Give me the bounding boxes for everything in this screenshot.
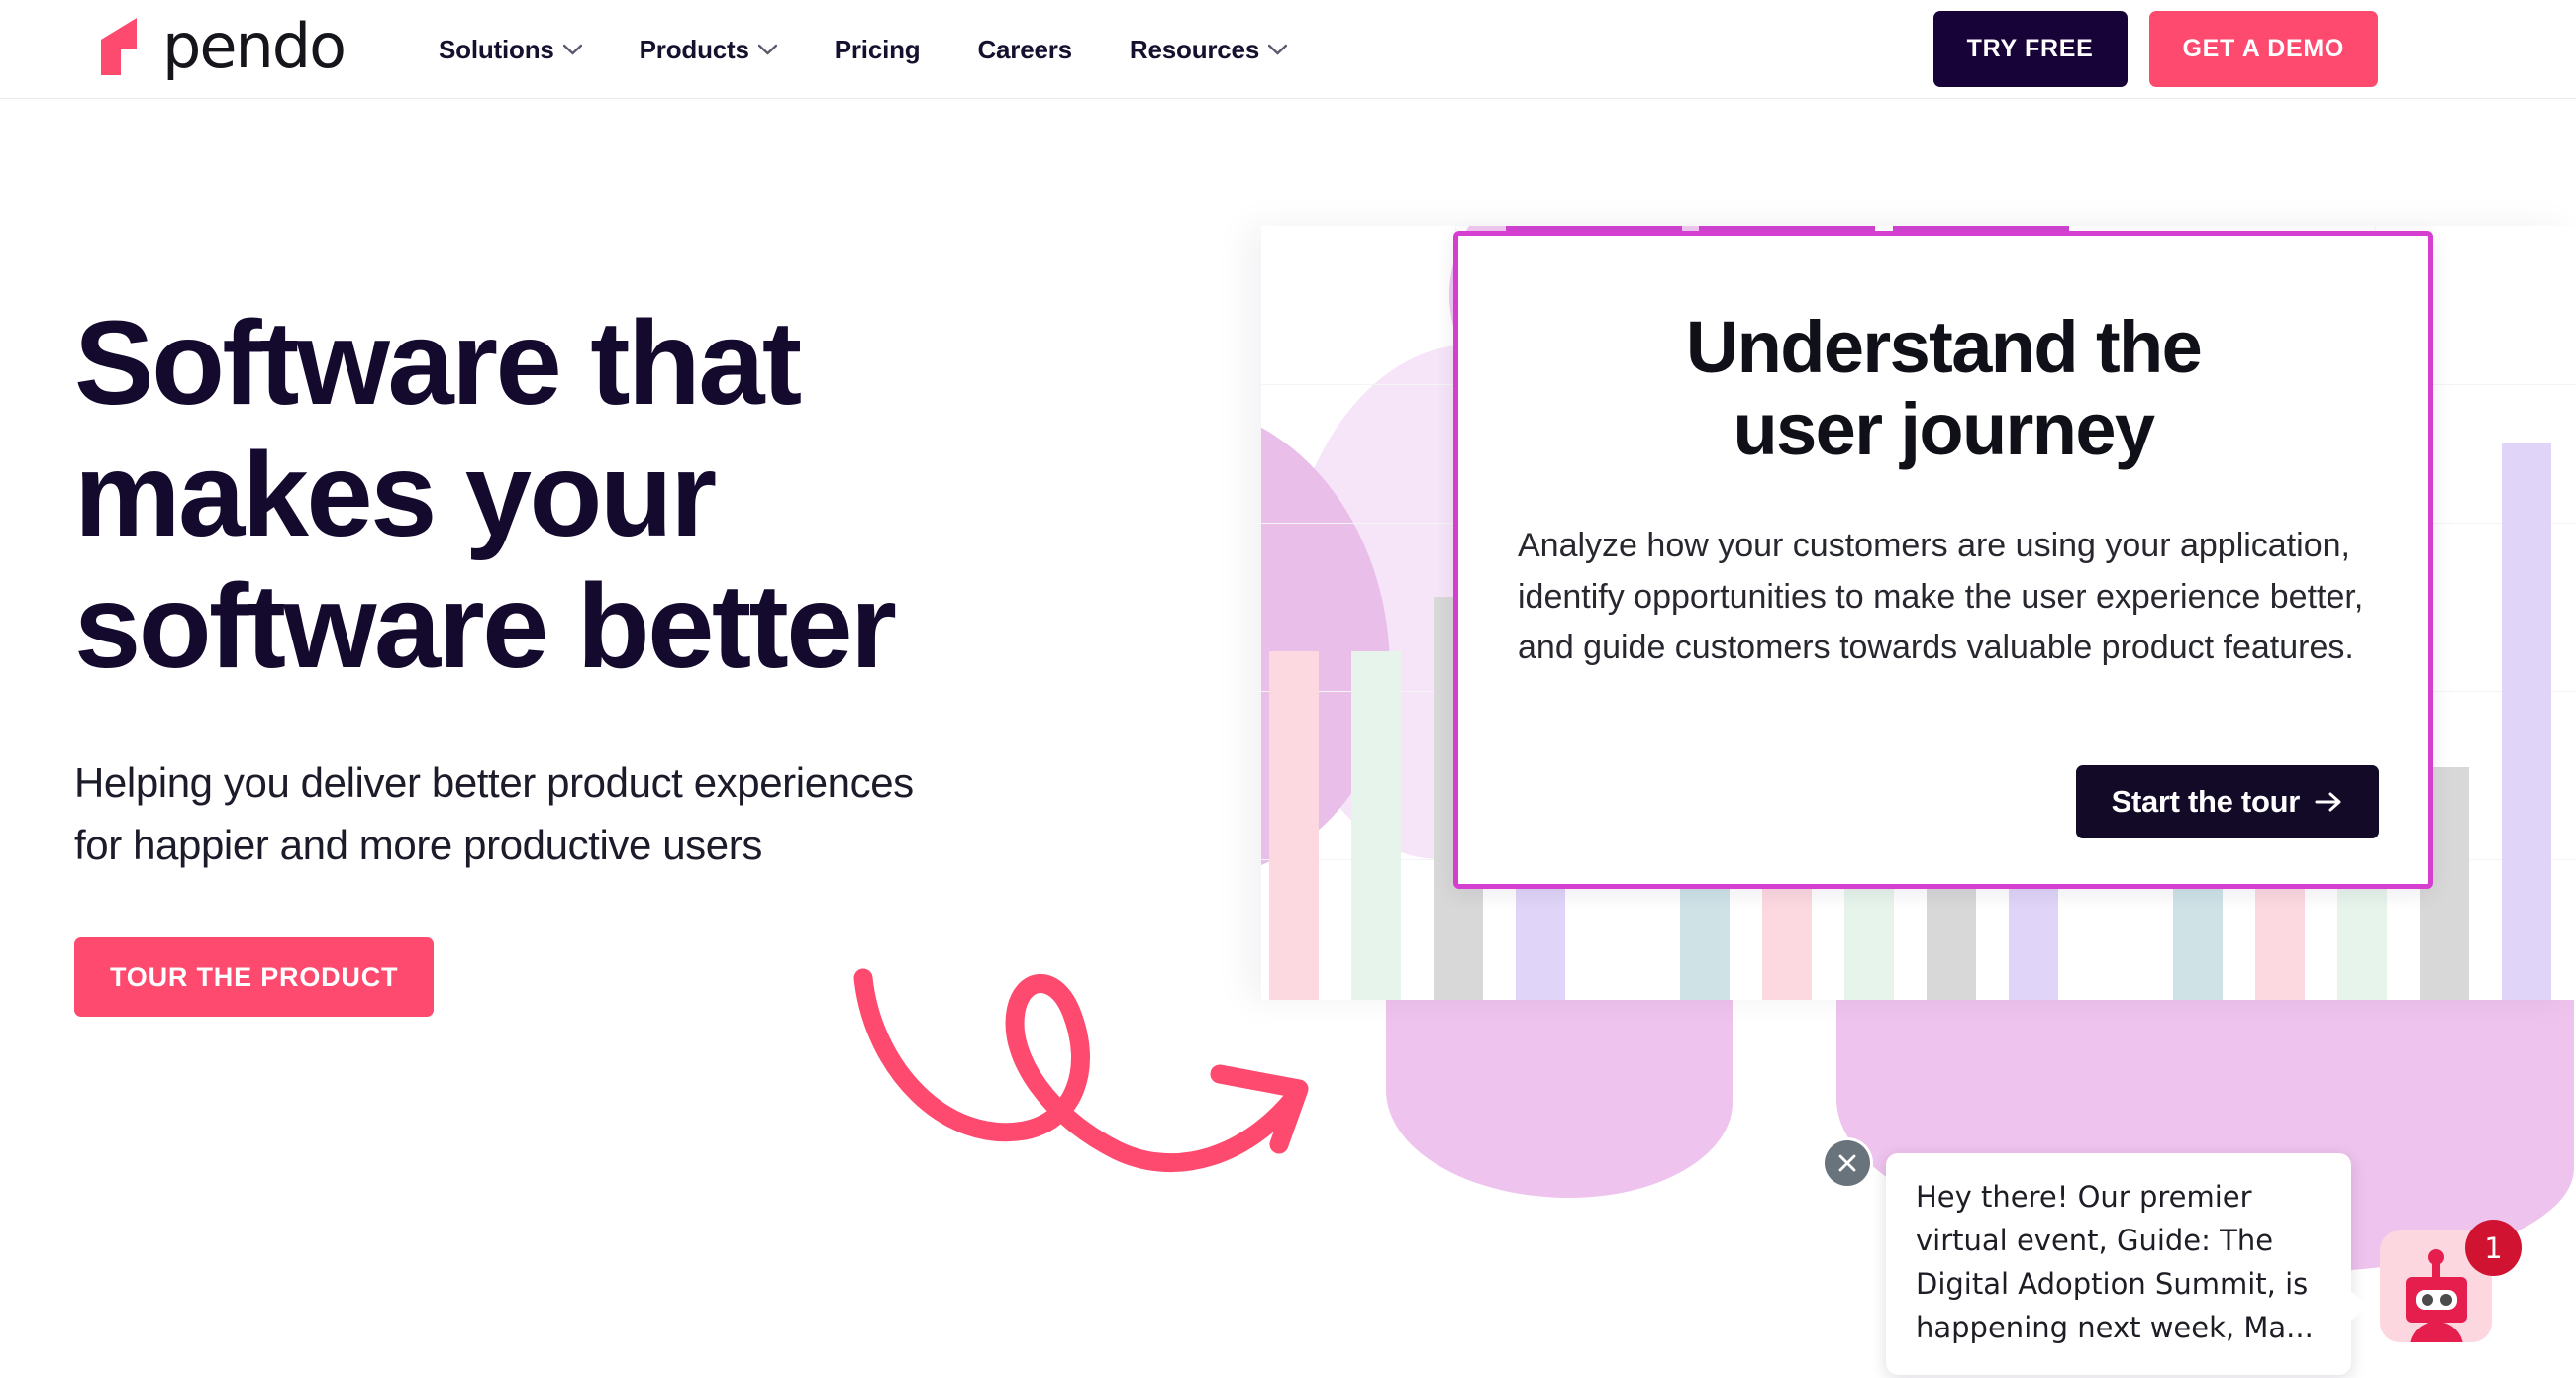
- chat-message-bubble[interactable]: Hey there! Our premier virtual event, Gu…: [1886, 1153, 2368, 1376]
- try-free-button[interactable]: TRY FREE: [1932, 11, 2128, 87]
- nav-item-products[interactable]: Products: [640, 35, 777, 65]
- pendo-wordmark: pendo: [162, 10, 347, 82]
- nav-item-pricing[interactable]: Pricing: [835, 35, 921, 65]
- chat-message-text: Hey there! Our premier virtual event, Gu…: [1916, 1180, 2314, 1345]
- chevron-down-icon: [757, 44, 777, 55]
- chart-bar: [1269, 651, 1319, 1000]
- chevron-down-icon: [1268, 44, 1288, 55]
- nav-item-solutions-label: Solutions: [439, 34, 554, 64]
- hero-subheadline-line1: Helping you deliver better product exper…: [74, 759, 914, 807]
- guide-card-title: Understand the user journey: [1458, 306, 2428, 471]
- curved-loop-arrow-icon: [853, 968, 1309, 1173]
- nav-links: Solutions Products Pricing Careers Resou…: [439, 0, 1288, 99]
- start-the-tour-button[interactable]: Start the tour: [2075, 765, 2379, 838]
- chat-unread-badge: 1: [2465, 1220, 2522, 1276]
- hero-section: Software that makes your software better…: [74, 295, 1242, 1018]
- hero-headline-line2: makes your: [74, 427, 717, 562]
- pendo-logo[interactable]: pendo: [99, 10, 347, 82]
- nav-item-resources-label: Resources: [1129, 34, 1260, 64]
- guide-tour-card: Understand the user journey Analyze how …: [1453, 231, 2433, 889]
- robot-icon: [2405, 1249, 2467, 1342]
- close-icon: [1838, 1154, 1856, 1172]
- hero-headline: Software that makes your software better: [74, 295, 1242, 694]
- chat-close-button[interactable]: [1825, 1140, 1870, 1186]
- arrow-right-icon: [2315, 792, 2341, 812]
- chart-bar: [1351, 651, 1401, 1000]
- nav-item-careers-label: Careers: [977, 34, 1072, 64]
- get-a-demo-button[interactable]: GET A DEMO: [2148, 11, 2378, 87]
- hero-subheadline: Helping you deliver better product exper…: [74, 751, 1242, 876]
- hero-headline-line3: software better: [74, 558, 897, 694]
- nav-cta-group: TRY FREE GET A DEMO: [1932, 11, 2378, 87]
- nav-item-solutions[interactable]: Solutions: [439, 35, 582, 65]
- chart-bar: [2502, 442, 2551, 1000]
- decorative-blob-icon: [1386, 995, 1733, 1198]
- guide-title-line1: Understand the: [1685, 306, 2203, 388]
- nav-item-resources[interactable]: Resources: [1129, 34, 1288, 65]
- top-navigation-bar: pendo Solutions Products Pricing Careers…: [0, 0, 2576, 99]
- tour-the-product-button[interactable]: TOUR THE PRODUCT: [74, 937, 435, 1018]
- start-the-tour-label: Start the tour: [2111, 784, 2301, 819]
- guide-card-body: Analyze how your customers are using you…: [1518, 527, 2364, 667]
- chevron-down-icon: [562, 44, 582, 55]
- nav-item-products-label: Products: [639, 34, 749, 64]
- hero-headline-line1: Software that: [74, 295, 802, 430]
- nav-item-careers[interactable]: Careers: [977, 34, 1072, 65]
- chat-bubble-tail: [2350, 1290, 2368, 1323]
- hero-subheadline-line2: for happier and more productive users: [74, 822, 762, 869]
- guide-title-line2: user journey: [1733, 387, 2156, 470]
- nav-item-pricing-label: Pricing: [834, 34, 921, 64]
- pendo-flag-icon: [101, 18, 137, 75]
